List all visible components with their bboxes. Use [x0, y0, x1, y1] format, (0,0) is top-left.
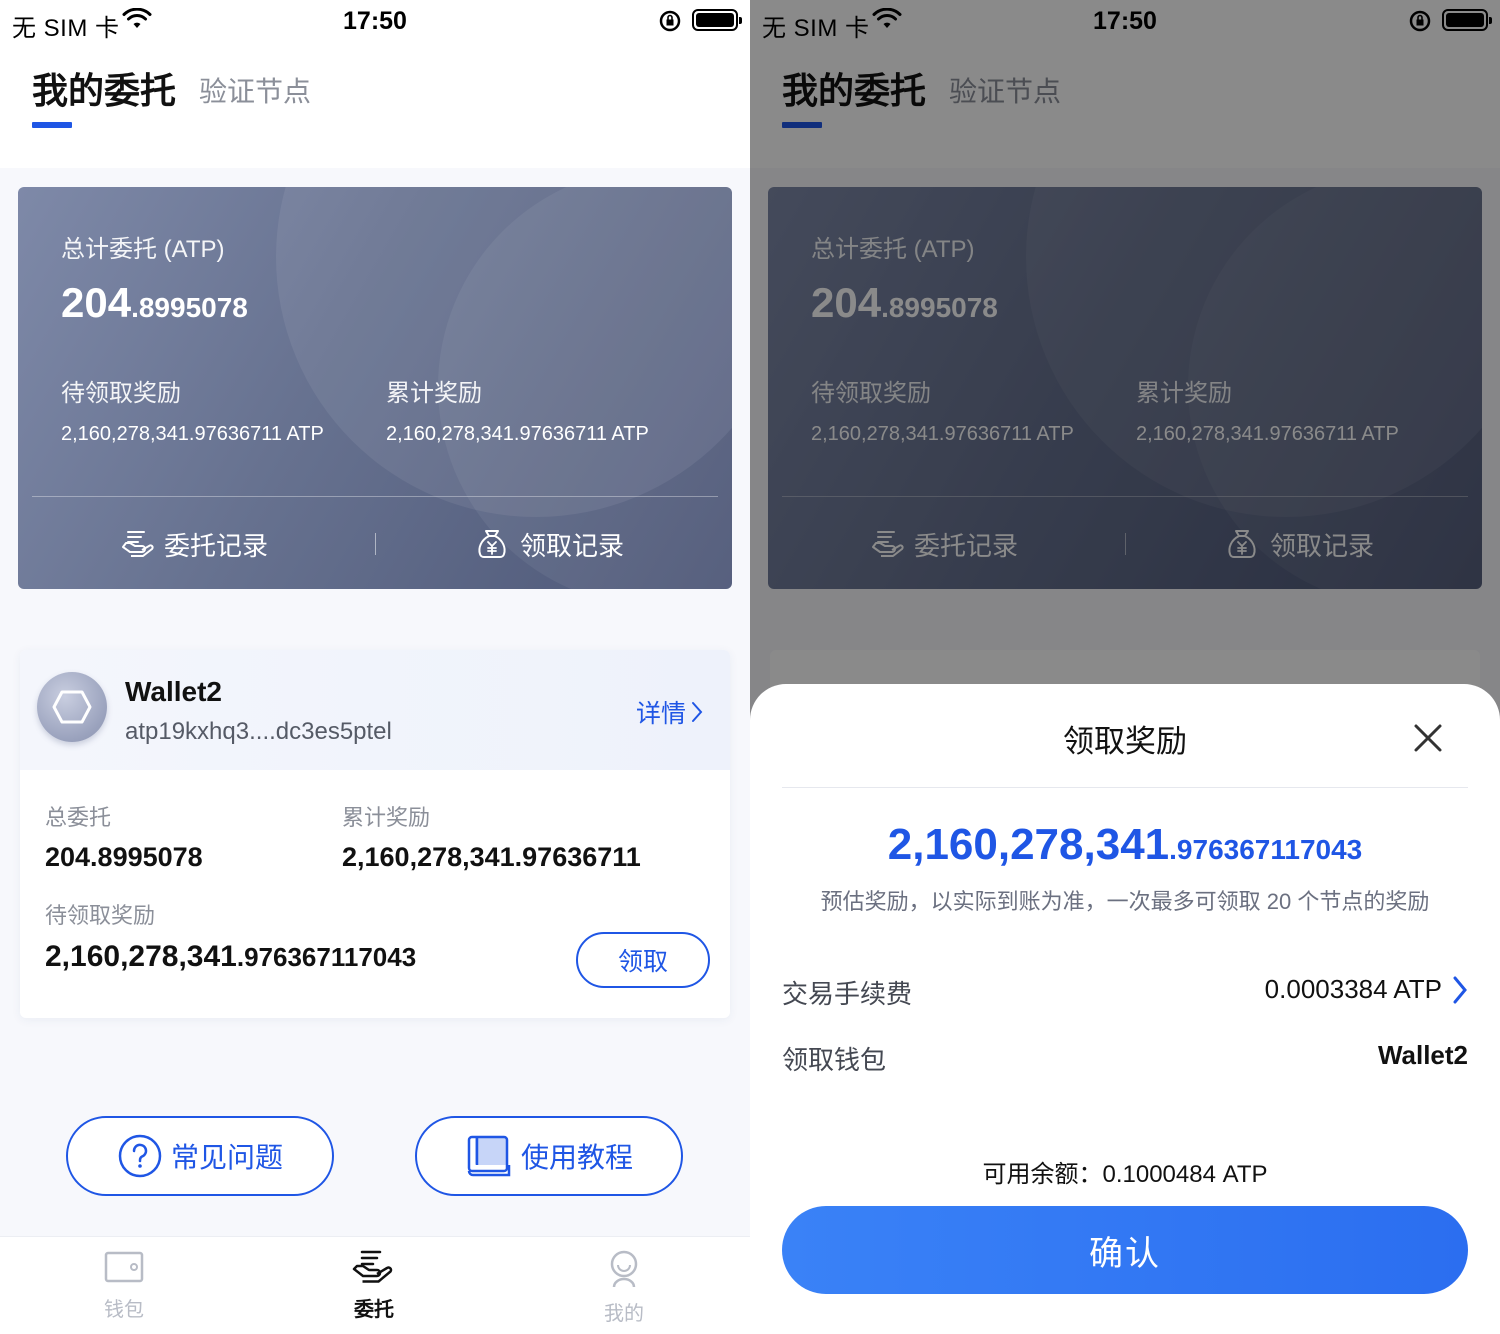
confirm-button[interactable]: 确认 [782, 1206, 1468, 1294]
delegation-records-link[interactable]: 委托记录 [120, 521, 268, 567]
cumulative-reward-value: 2,160,278,341.97636711 [342, 842, 641, 872]
claim-reward-sheet: 领取奖励 2,160,278,341.976367117043 预估奖励，以实际… [750, 684, 1500, 1334]
chevron-right-icon [692, 702, 703, 722]
claim-reward-screen: 无 SIM 卡 17:50 我的委托 验证节点 总计委托 (ATP) 204.8… [750, 0, 1500, 1334]
available-balance: 可用余额：0.1000484 ATP [982, 1161, 1268, 1188]
claim-wallet-value: Wallet2 [1377, 1040, 1468, 1070]
estimate-note: 预估奖励，以实际到账为准，一次最多可领取 20 个节点的奖励 [820, 889, 1430, 914]
divider [782, 787, 1468, 788]
total-delegation-amount: 204.8995078 [61, 279, 248, 327]
summary-card: 总计委托 (ATP) 204.8995078 待领取奖励 累计奖励 2,160,… [18, 187, 732, 589]
wallet-detail-link[interactable]: 详情 [636, 694, 704, 730]
cumulative-reward-label: 累计奖励 [386, 380, 482, 407]
pending-reward-value: 2,160,278,341.97636711 ATP [61, 423, 324, 445]
pending-integer: 2,160,278,341 [45, 940, 237, 973]
total-amount-decimal: .8995078 [131, 292, 248, 323]
orientation-lock-icon [659, 10, 681, 32]
user-icon [610, 1250, 638, 1288]
tutorial-button[interactable]: 使用教程 [415, 1116, 683, 1196]
tab-wallet[interactable]: 钱包 [64, 1249, 184, 1322]
reward-amount: 2,160,278,341.976367117043 [750, 820, 1500, 870]
cumulative-reward-value: 2,160,278,341.97636711 ATP [386, 423, 649, 445]
total-delegation-label: 总计委托 (ATP) [61, 236, 225, 263]
divider [32, 496, 718, 497]
wallet-card: Wallet2 atp19kxhq3....dc3es5ptel 详情 总委托 … [20, 650, 730, 1018]
claim-button[interactable]: 领取 [576, 932, 710, 988]
wallet-header: Wallet2 atp19kxhq3....dc3es5ptel 详情 [20, 650, 730, 770]
divider [375, 533, 376, 555]
claim-records-link[interactable]: 领取记录 [474, 521, 624, 567]
reward-amount-integer: 2,160,278,341 [887, 820, 1170, 869]
wallet-address: atp19kxhq3....dc3es5ptel [125, 718, 392, 745]
chevron-right-icon [1453, 976, 1467, 1003]
faq-label: 常见问题 [170, 1142, 283, 1173]
hexagon-icon [52, 690, 92, 724]
tab-indicator [32, 122, 72, 128]
close-icon[interactable] [1410, 720, 1446, 756]
status-bar: 无 SIM 卡 17:50 [0, 0, 750, 44]
pending-decimal: .976367117043 [236, 942, 417, 972]
fee-label: 交易手续费 [782, 979, 913, 1009]
fee-value: 0.0003384 ATP [1264, 974, 1442, 1004]
wallet-avatar [37, 672, 107, 742]
claim-wallet-label: 领取钱包 [782, 1045, 887, 1075]
clock: 17:50 [343, 7, 407, 35]
claim-records-label: 领取记录 [520, 530, 625, 561]
detail-label: 详情 [636, 700, 687, 728]
tab-mine[interactable]: 我的 [564, 1249, 684, 1326]
total-delegation-label: 总委托 [45, 805, 112, 830]
battery-icon [692, 9, 742, 31]
wallet-name: Wallet2 [125, 676, 222, 707]
fee-value-row[interactable]: 0.0003384 ATP [1265, 974, 1468, 1005]
pending-reward-label: 待领取奖励 [45, 903, 156, 928]
delegation-records-label: 委托记录 [164, 530, 269, 561]
tab-my-delegation[interactable]: 我的委托 [32, 62, 176, 114]
bottom-tab-bar: 钱包 委托 我的 [0, 1236, 750, 1334]
cumulative-reward-label: 累计奖励 [342, 805, 431, 830]
delegation-hand-icon [352, 1250, 393, 1283]
hand-list-icon [122, 531, 154, 557]
pending-reward-label: 待领取奖励 [61, 380, 181, 407]
delegation-screen: 无 SIM 卡 17:50 我的委托 验证节点 总计委托 (ATP) 204.8… [0, 0, 750, 1334]
tutorial-label: 使用教程 [520, 1142, 633, 1173]
faq-button[interactable]: 常见问题 [66, 1116, 334, 1196]
total-delegation-value: 204.8995078 [45, 842, 203, 872]
tab-delegation-label: 委托 [354, 1299, 394, 1321]
question-icon [118, 1134, 162, 1178]
tab-delegation[interactable]: 委托 [314, 1249, 434, 1322]
reward-amount-decimal: .976367117043 [1169, 834, 1363, 865]
sheet-title: 领取奖励 [1063, 724, 1187, 759]
book-icon [467, 1135, 511, 1177]
tab-wallet-label: 钱包 [104, 1299, 144, 1321]
total-amount-integer: 204 [61, 279, 132, 326]
pending-reward-value: 2,160,278,341.976367117043 [45, 940, 416, 974]
tab-mine-label: 我的 [604, 1303, 644, 1325]
tab-validators[interactable]: 验证节点 [199, 70, 311, 110]
wallet-icon [104, 1251, 144, 1283]
header: 我的委托 验证节点 [0, 44, 750, 168]
money-bag-icon [478, 530, 506, 558]
